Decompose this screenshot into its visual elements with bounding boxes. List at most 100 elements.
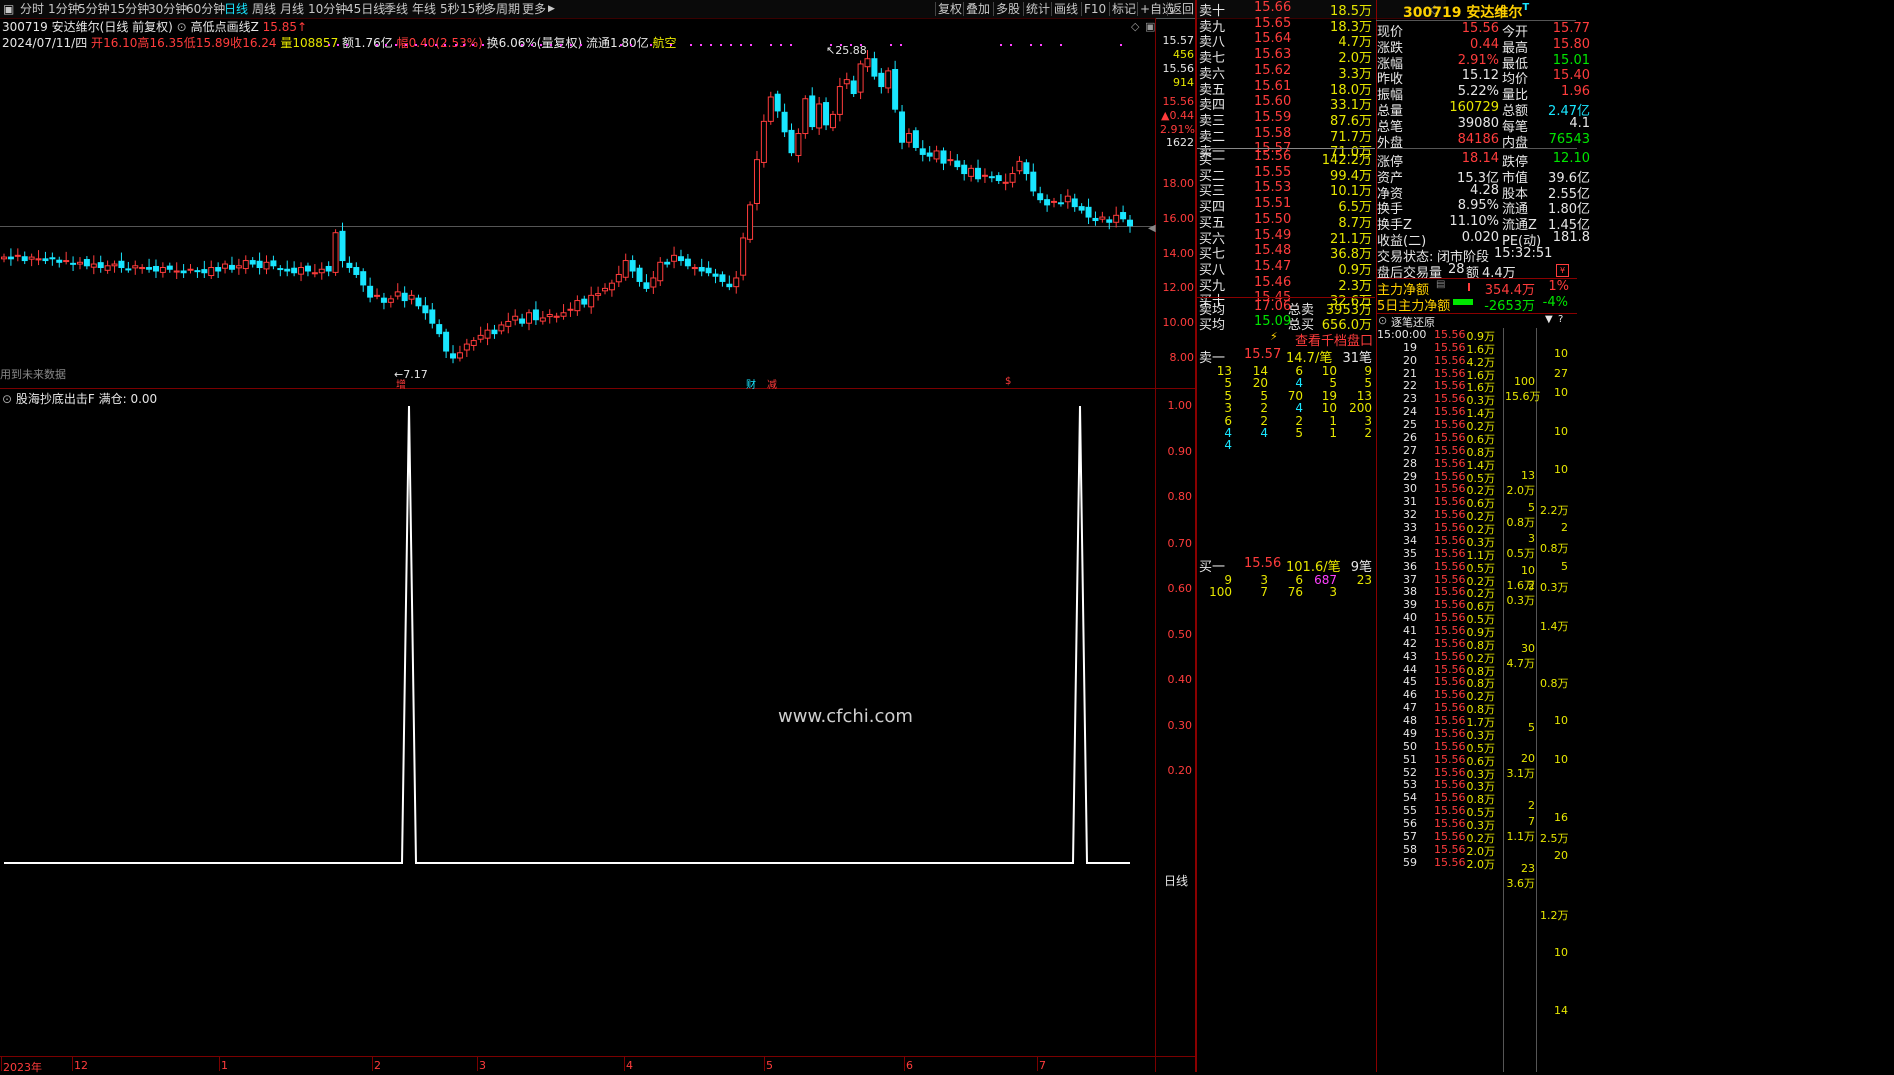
period-tab-5[interactable]: 60分钟: [186, 0, 225, 18]
candle-body: [1099, 216, 1106, 220]
toolbar-separator: [963, 2, 964, 16]
indicator-toggle-icon[interactable]: ⊙: [2, 392, 12, 406]
tick-time: 46: [1403, 688, 1417, 702]
period-tab-8[interactable]: 月线: [280, 0, 304, 18]
panel-divider: [0, 388, 1195, 389]
candle-body: [1085, 206, 1092, 218]
candle-body: [601, 287, 608, 292]
candle-body: [622, 260, 629, 278]
more-chevron-icon[interactable]: ▶: [548, 0, 555, 18]
help-icon[interactable]: ?: [1558, 314, 1563, 325]
tick-time: 34: [1403, 533, 1417, 547]
info-icon[interactable]: ▤: [1436, 279, 1445, 290]
candle-body: [477, 334, 484, 340]
signal-dot: [750, 44, 752, 46]
candle-body: [823, 102, 830, 126]
period-tab-3[interactable]: 15分钟: [110, 0, 149, 18]
tick-price: 15.56: [1434, 778, 1466, 792]
side-volume: 10: [1554, 714, 1568, 728]
candle-body: [553, 315, 560, 318]
period-tab-13[interactable]: 5秒: [440, 0, 460, 18]
toolbar-action-3[interactable]: 统计: [1026, 0, 1050, 18]
tick-price: 15.56: [1434, 533, 1466, 547]
price-tick: 12.00: [1162, 281, 1195, 294]
candle-body: [374, 294, 381, 297]
candle-body: [429, 309, 436, 324]
candle-body: [242, 260, 249, 270]
tick-price: 15.56: [1434, 405, 1466, 419]
toolbar-action-4[interactable]: 画线: [1054, 0, 1078, 18]
toolbar-action-2[interactable]: 多股: [996, 0, 1020, 18]
signal-dot: [580, 44, 582, 46]
price-info-label: ▲0.44: [1161, 109, 1194, 122]
menu-icon[interactable]: ▣: [3, 0, 15, 18]
candle-body: [788, 129, 795, 154]
toolbar-action-5[interactable]: F10: [1084, 0, 1106, 18]
signal-dot: [405, 44, 407, 46]
candle-body: [595, 293, 602, 296]
toolbar-action-8[interactable]: 返回: [1170, 0, 1194, 18]
candlesticks: ↖25.88←7.17: [1, 44, 1133, 381]
period-tab-1[interactable]: 1分钟: [48, 0, 80, 18]
period-tab-11[interactable]: 季线: [384, 0, 408, 18]
toolbar-action-0[interactable]: 复权: [938, 0, 962, 18]
period-tab-10[interactable]: 45日线: [346, 0, 385, 18]
toolbar-action-1[interactable]: 叠加: [966, 0, 990, 18]
side-volume: 2.5万: [1540, 831, 1569, 845]
expand-icon[interactable]: ▣: [1145, 20, 1155, 33]
candle-body: [7, 256, 14, 260]
tick-price: 15.56: [1434, 791, 1466, 805]
period-tab-7[interactable]: 周线: [252, 0, 276, 18]
toolbar-action-6[interactable]: 标记: [1112, 0, 1136, 18]
candle-body: [857, 63, 864, 93]
after-hours-icon[interactable]: ¥: [1556, 264, 1569, 277]
candle-body: [443, 331, 450, 352]
kline-chart[interactable]: ↖25.88←7.17: [0, 18, 1195, 1072]
toolbar-action-7[interactable]: +自选: [1140, 0, 1174, 18]
candle-body: [90, 263, 97, 268]
signal-dot: [521, 44, 523, 46]
event-marker[interactable]: $: [1005, 376, 1011, 387]
collapse-icon[interactable]: ⊙: [1378, 314, 1387, 327]
period-tab-4[interactable]: 30分钟: [148, 0, 187, 18]
event-marker[interactable]: 财: [746, 376, 756, 391]
quote-value: 181.8: [1552, 230, 1590, 245]
candle-body: [1064, 195, 1071, 203]
candle-body: [588, 294, 595, 308]
candle-body: [615, 273, 622, 283]
sub-tick: 1.00: [1167, 399, 1193, 412]
sub-tick: 0.30: [1167, 719, 1193, 732]
signal-line: [4, 405, 1130, 864]
date-tick-line: [764, 1057, 765, 1071]
period-tab-0[interactable]: 分时: [20, 0, 44, 18]
settings-diamond-icon[interactable]: ◇: [1131, 20, 1139, 33]
candle-body: [1037, 193, 1044, 201]
period-tab-2[interactable]: 5分钟: [78, 0, 110, 18]
sub-indicator-title[interactable]: 股海抄底出击F 满仓: 0.00: [16, 392, 157, 406]
tick-col-divider: [1536, 328, 1537, 1072]
period-tab-16[interactable]: 更多: [522, 0, 546, 18]
side-volume: 2: [1561, 521, 1568, 535]
candle-body: [132, 265, 139, 269]
candle-body: [919, 148, 926, 155]
tick-time: 23: [1403, 392, 1417, 406]
filter-icon[interactable]: ▼: [1545, 314, 1553, 325]
candle-body: [1106, 219, 1113, 223]
side-volume: 10: [1554, 463, 1568, 477]
candle-body: [608, 282, 615, 291]
candle-body: [767, 96, 774, 122]
period-tab-12[interactable]: 年线: [412, 0, 436, 18]
event-marker[interactable]: 减: [767, 376, 777, 391]
tick-time: 38: [1403, 585, 1417, 599]
candle-body: [415, 297, 422, 307]
period-tab-9[interactable]: 10分钟: [308, 0, 347, 18]
candle-body: [63, 260, 70, 263]
candle-body: [1057, 202, 1064, 205]
period-tab-6[interactable]: 日线: [224, 0, 248, 18]
tick-price: 15.56: [1434, 611, 1466, 625]
price-info-label: 2.91%: [1160, 123, 1195, 136]
signal-dot: [790, 44, 792, 46]
period-tab-15[interactable]: 多周期: [484, 0, 520, 18]
event-marker[interactable]: 增: [396, 376, 406, 391]
candle-body: [70, 262, 77, 265]
